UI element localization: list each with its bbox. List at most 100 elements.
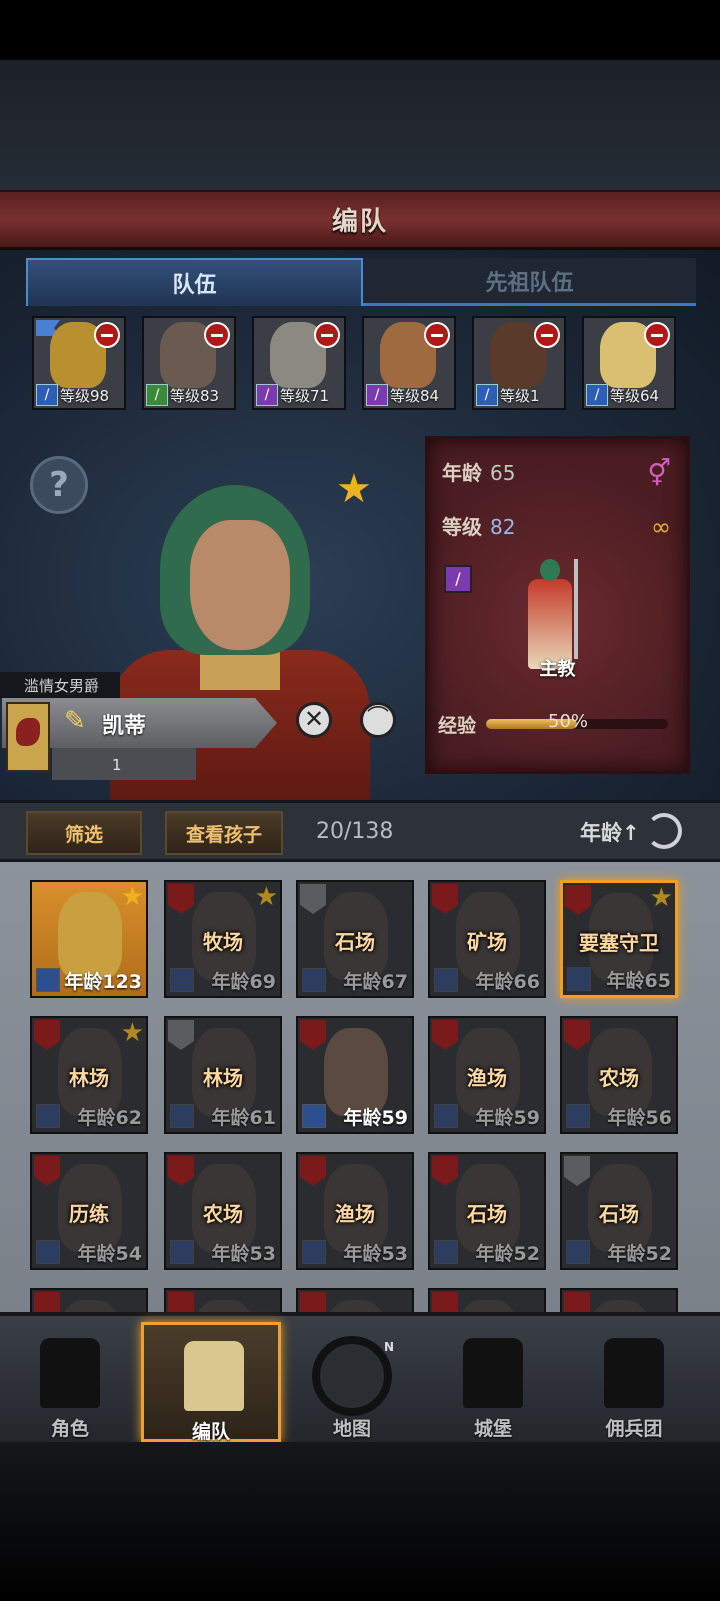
shield-icon	[300, 1020, 326, 1050]
member-card[interactable]: 渔场年龄53	[296, 1152, 414, 1270]
star-icon: ★	[120, 882, 144, 912]
nav-castle[interactable]: 城堡	[423, 1322, 563, 1442]
figure-head	[540, 559, 560, 581]
remove-member-icon[interactable]	[534, 322, 560, 348]
star-icon: ★	[120, 1018, 144, 1048]
shield-icon	[168, 1156, 194, 1186]
heraldry-emblem-icon[interactable]	[6, 702, 50, 772]
member-card[interactable]: 渔场 年龄59	[428, 1016, 546, 1134]
member-level: 等级71	[280, 387, 330, 405]
class-icon: /	[256, 384, 278, 406]
age-label: 年龄59	[475, 1107, 540, 1129]
age-label: 年龄59	[343, 1107, 408, 1129]
member-card[interactable]: ★ 牧场 年龄69	[164, 880, 282, 998]
remove-member-icon[interactable]	[644, 322, 670, 348]
team-slot[interactable]: / 等级98	[32, 316, 126, 410]
compass-north-icon: N	[384, 1340, 395, 1354]
nav-formation[interactable]: 编队	[141, 1322, 281, 1443]
member-card[interactable]: 农场年龄53	[164, 1152, 282, 1270]
member-card[interactable]: ★ 年龄123	[30, 880, 148, 998]
member-level: 等级1	[500, 387, 540, 405]
team-slot[interactable]: / 等级1	[472, 316, 566, 410]
tab-ancestor-team[interactable]: 先祖队伍	[363, 258, 696, 306]
team-slot[interactable]: / 等级71	[252, 316, 346, 410]
header-banner: 编队	[0, 190, 720, 250]
member-card[interactable]: 石场年龄52	[428, 1152, 546, 1270]
shield-icon	[300, 884, 326, 914]
marriage-ring-icon[interactable]: ∞	[651, 513, 671, 541]
member-card[interactable]: 石场 年龄52	[560, 1152, 678, 1270]
job-label: 渔场	[335, 1202, 375, 1226]
class-icon: /	[476, 384, 498, 406]
staff-class-icon: /	[444, 565, 472, 593]
age-value: 65	[490, 461, 516, 485]
age-label: 年龄53	[211, 1243, 276, 1265]
help-button[interactable]: ?	[30, 456, 88, 514]
job-label: 石场	[467, 1202, 507, 1226]
member-card[interactable]: 石场 年龄67	[296, 880, 414, 998]
member-card[interactable]: 矿场 年龄66	[428, 880, 546, 998]
portrait-face	[190, 520, 290, 650]
view-children-button[interactable]: 查看孩子	[165, 811, 283, 855]
edit-name-icon[interactable]: ✎	[64, 706, 96, 738]
shield-icon	[432, 1020, 458, 1050]
filter-bar: 筛选 查看孩子 20/138 年龄↑	[0, 800, 720, 862]
nav-character[interactable]: 角色	[0, 1322, 140, 1442]
member-card[interactable]: 农场 年龄56	[560, 1016, 678, 1134]
age-label: 年龄69	[211, 971, 276, 993]
favorite-star-icon[interactable]: ★	[336, 466, 372, 512]
team-panel: 队伍 先祖队伍 / 等级98/等级83/等级71/等级84/等级1/等级64 ? …	[0, 250, 720, 800]
equipment-button[interactable]: ⌒	[360, 702, 396, 738]
filter-button[interactable]: 筛选	[26, 811, 142, 855]
shield-icon	[432, 1156, 458, 1186]
refresh-icon[interactable]	[646, 813, 682, 849]
castle-icon	[463, 1338, 523, 1408]
age-label: 年龄53	[343, 1243, 408, 1265]
sort-age-button[interactable]: 年龄↑	[580, 817, 640, 847]
shield-icon	[34, 1020, 60, 1050]
remove-member-icon[interactable]	[314, 322, 340, 348]
bottom-nav: 角色 编队 N 地图 城堡 佣兵团	[0, 1312, 720, 1443]
remove-member-icon[interactable]	[94, 322, 120, 348]
job-label: 牧场	[203, 930, 243, 954]
page-title: 编队	[331, 207, 388, 237]
member-card[interactable]: 历练 年龄54	[30, 1152, 148, 1270]
compass-icon: N	[312, 1336, 395, 1416]
class-icon	[170, 1240, 194, 1264]
nav-mercenary[interactable]: 佣兵团	[564, 1322, 704, 1442]
exp-percent: 50%	[548, 711, 589, 732]
team-slot[interactable]: / 等级84	[362, 316, 456, 410]
member-card[interactable]: 林场 年龄61	[164, 1016, 282, 1134]
knight-icon	[40, 1338, 100, 1408]
class-icon	[302, 1240, 326, 1264]
class-icon: /	[146, 384, 168, 406]
age-row: 年龄 65	[442, 457, 515, 486]
class-icon	[302, 1104, 326, 1128]
tab-team[interactable]: 队伍	[26, 258, 363, 306]
age-label: 年龄65	[606, 970, 671, 992]
level-label: 等级	[442, 515, 482, 539]
gender-icon: ⚥	[647, 459, 671, 489]
nav-label: 佣兵团	[605, 1418, 663, 1440]
character-sub-value: 1	[112, 756, 122, 774]
shield-icon	[565, 885, 591, 915]
nav-label: 编队	[191, 1421, 230, 1443]
class-icon	[36, 968, 60, 992]
member-level: 等级83	[170, 387, 220, 405]
member-card[interactable]: ★ 要塞守卫 年龄65	[560, 880, 678, 998]
member-card[interactable]: 年龄59	[296, 1016, 414, 1134]
job-label: 要塞守卫	[579, 931, 659, 955]
team-slot[interactable]: / 等级64	[582, 316, 676, 410]
remove-member-icon[interactable]	[204, 322, 230, 348]
age-label: 年龄	[442, 461, 482, 485]
team-slot[interactable]: / 等级83	[142, 316, 236, 410]
member-count: 20/138	[316, 819, 394, 844]
age-label: 年龄52	[475, 1243, 540, 1265]
age-label: 年龄52	[607, 1243, 672, 1265]
job-label: 农场	[203, 1202, 243, 1226]
member-card[interactable]: ★ 林场 年龄62	[30, 1016, 148, 1134]
remove-member-icon[interactable]	[424, 322, 450, 348]
character-title: 滥情女男爵	[0, 672, 120, 698]
nav-map[interactable]: N 地图	[282, 1322, 422, 1442]
dismiss-button[interactable]: ✕	[296, 702, 332, 738]
